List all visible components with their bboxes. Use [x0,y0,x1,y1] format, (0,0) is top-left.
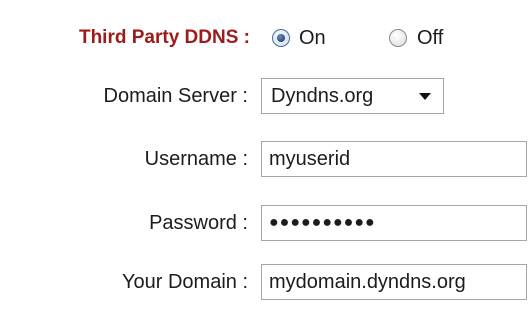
password-row: Password : ●●●●●●●●●● [0,201,530,245]
ddns-row: Third Party DDNS : On Off [0,16,530,60]
domain-server-row: Domain Server : Dyndns.org [0,74,530,118]
ddns-label: Third Party DDNS : [78,27,250,48]
your-domain-row: Your Domain : mydomain.dyndns.org [0,260,530,304]
username-input[interactable]: myuserid [261,141,527,177]
radio-selected-dot [277,34,285,42]
chevron-down-icon [419,93,431,100]
password-input[interactable]: ●●●●●●●●●● [261,205,527,241]
ddns-on-label[interactable]: On [299,16,326,60]
your-domain-input[interactable]: mydomain.dyndns.org [261,264,527,300]
username-row: Username : myuserid [0,137,530,181]
ddns-on-radio[interactable] [272,29,290,47]
username-label: Username : [144,148,248,170]
domain-server-value: Dyndns.org [271,85,374,107]
ddns-off-label[interactable]: Off [417,16,443,60]
ddns-off-radio[interactable] [389,29,407,47]
domain-server-label: Domain Server : [103,85,249,107]
password-label: Password : [149,212,248,234]
your-domain-label: Your Domain : [122,271,248,293]
domain-server-select[interactable]: Dyndns.org [261,78,444,114]
